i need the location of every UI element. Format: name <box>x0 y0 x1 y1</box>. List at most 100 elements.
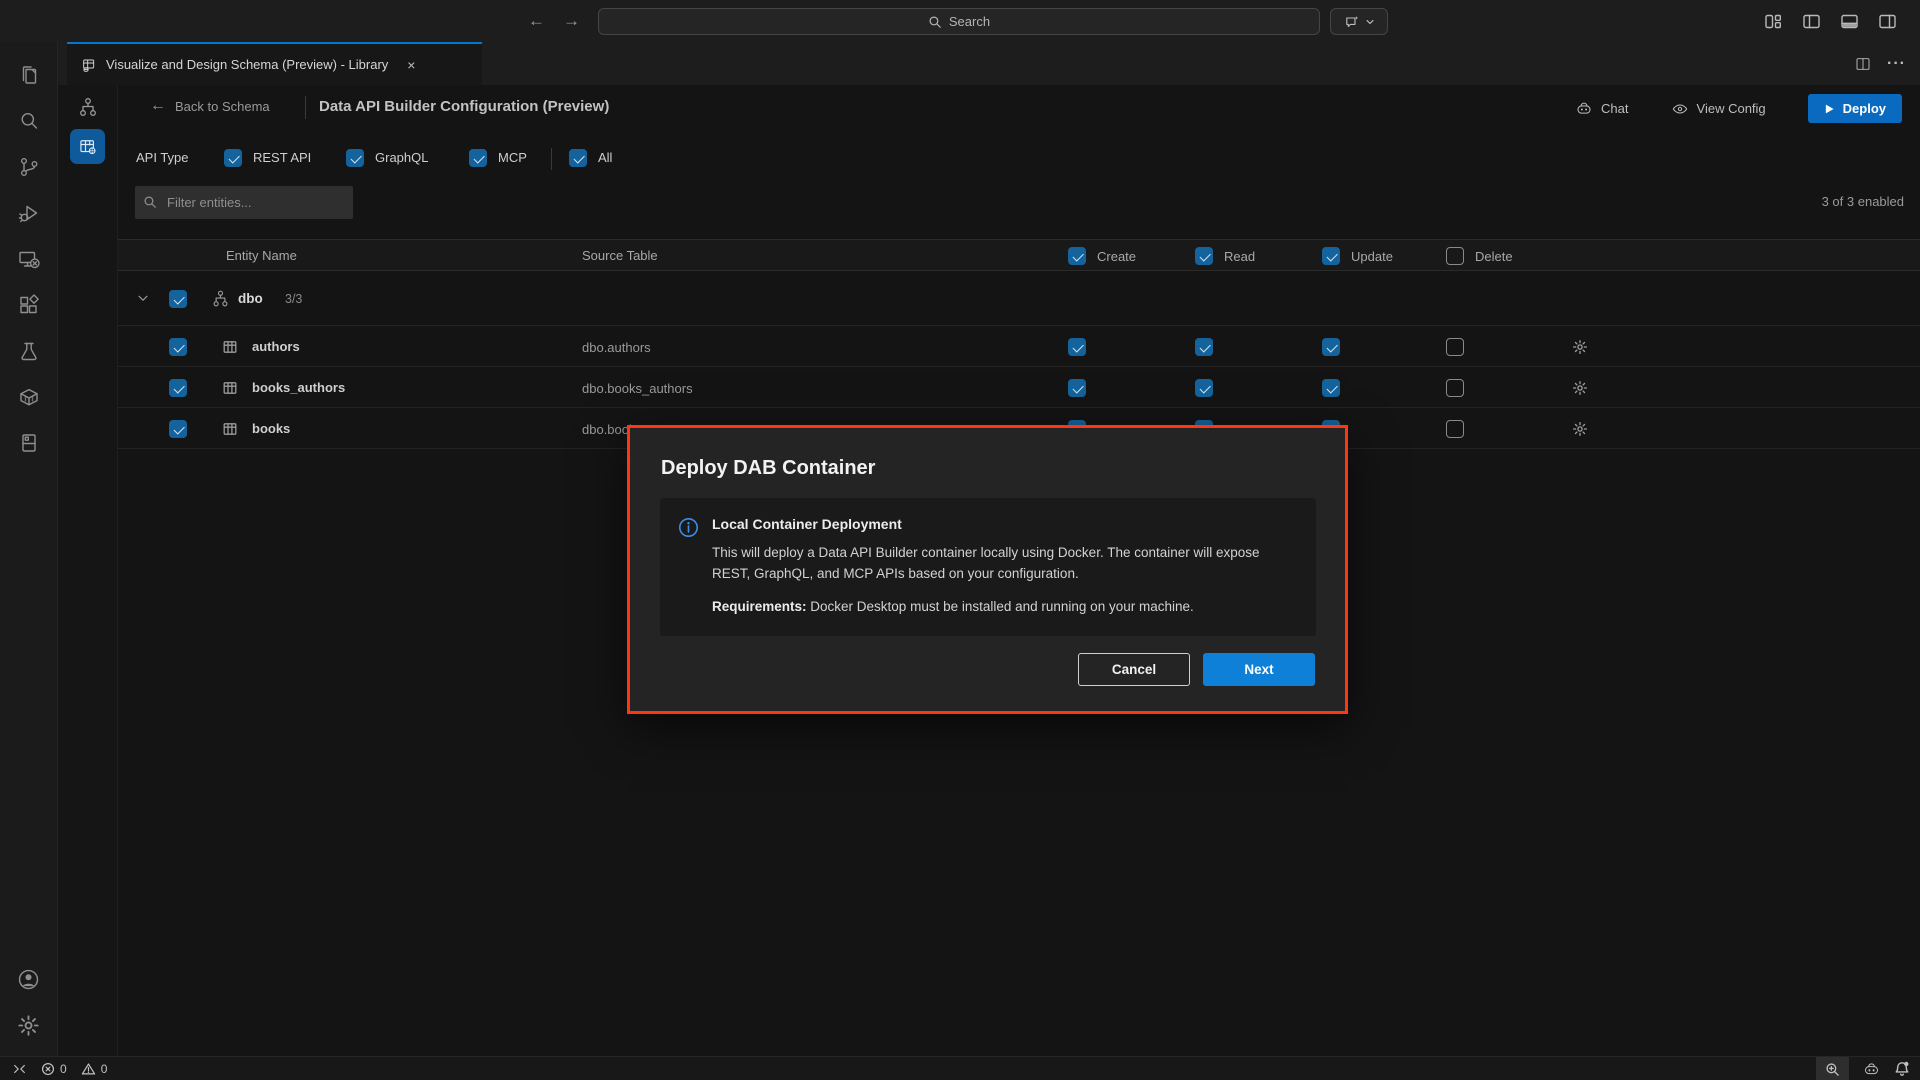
graphql-checkbox[interactable] <box>346 149 364 167</box>
settings-gear-icon[interactable] <box>6 1002 52 1048</box>
schema-view-icon[interactable] <box>76 95 100 119</box>
test-beaker-icon[interactable] <box>6 328 52 374</box>
command-center-search[interactable]: Search <box>598 8 1320 35</box>
filter-entities-input[interactable] <box>135 186 353 219</box>
chat-button[interactable]: Chat <box>1575 100 1628 118</box>
notifications-bell-icon[interactable] <box>1894 1061 1910 1077</box>
table-icon <box>222 380 238 396</box>
more-actions-icon[interactable]: ··· <box>1887 55 1906 73</box>
info-heading: Local Container Deployment <box>712 516 1294 532</box>
update-column-header: Update <box>1322 247 1393 265</box>
row-settings-gear-icon[interactable] <box>1572 421 1588 437</box>
deploy-button[interactable]: Deploy <box>1808 94 1902 123</box>
history-forward-button[interactable]: → <box>563 11 580 31</box>
filter-search-icon <box>143 195 157 209</box>
back-arrow-icon: ← <box>150 97 166 115</box>
all-checkbox[interactable] <box>569 149 587 167</box>
extensions-icon[interactable] <box>6 282 52 328</box>
update-checkbox[interactable] <box>1322 338 1340 356</box>
back-label: Back to Schema <box>175 99 270 114</box>
rest-api-checkbox[interactable] <box>224 149 242 167</box>
header-divider <box>305 96 306 119</box>
update-checkbox[interactable] <box>1322 379 1340 397</box>
explorer-icon[interactable] <box>6 52 52 98</box>
next-button[interactable]: Next <box>1203 653 1315 686</box>
table-header: Entity Name Source Table Create Read Upd… <box>118 239 1920 271</box>
table-row-authors[interactable]: authors dbo.authors <box>118 326 1920 367</box>
enabled-summary: 3 of 3 enabled <box>1822 194 1904 209</box>
api-type-row: API Type REST API GraphQL MCP All <box>118 140 1920 178</box>
search-icon <box>928 15 942 29</box>
split-editor-icon[interactable] <box>1855 56 1871 72</box>
read-all-checkbox[interactable] <box>1195 247 1213 265</box>
update-all-checkbox[interactable] <box>1322 247 1340 265</box>
row-checkbox[interactable] <box>169 338 187 356</box>
delete-checkbox[interactable] <box>1446 420 1464 438</box>
dab-config-view-icon[interactable] <box>70 129 105 164</box>
copilot-status-icon[interactable] <box>1863 1061 1880 1078</box>
requirements-line: Requirements: Docker Desktop must be ins… <box>712 597 1294 618</box>
search-sidebar-icon[interactable] <box>6 98 52 144</box>
toggle-panel-icon[interactable] <box>1841 14 1858 29</box>
requirements-text: Docker Desktop must be installed and run… <box>807 599 1194 614</box>
chat-label: Chat <box>1601 101 1628 116</box>
delete-all-checkbox[interactable] <box>1446 247 1464 265</box>
account-icon[interactable] <box>6 956 52 1002</box>
create-all-checkbox[interactable] <box>1068 247 1086 265</box>
view-config-label: View Config <box>1697 101 1766 116</box>
history-back-button[interactable]: ← <box>528 11 545 31</box>
source-table: dbo.authors <box>582 340 651 355</box>
api-type-divider <box>551 148 552 170</box>
page-header: ← Back to Schema Data API Builder Config… <box>118 85 1920 132</box>
rest-api-label: REST API <box>253 150 311 165</box>
run-debug-icon[interactable] <box>6 190 52 236</box>
customize-layout-icon[interactable] <box>1765 14 1782 29</box>
play-icon <box>1824 103 1835 115</box>
warning-icon <box>81 1062 96 1076</box>
copilot-menu-button[interactable] <box>1330 8 1388 35</box>
container-icon[interactable] <box>6 374 52 420</box>
tab-visualize-design-schema[interactable]: Visualize and Design Schema (Preview) - … <box>67 42 482 85</box>
chevron-down-icon[interactable] <box>136 291 150 305</box>
group-checkbox[interactable] <box>169 290 187 308</box>
delete-checkbox[interactable] <box>1446 379 1464 397</box>
error-count: 0 <box>60 1062 67 1076</box>
toggle-primary-sidebar-icon[interactable] <box>1803 14 1820 29</box>
view-config-button[interactable]: View Config <box>1671 100 1766 118</box>
table-row-books-authors[interactable]: books_authors dbo.books_authors <box>118 367 1920 408</box>
remote-indicator-icon[interactable] <box>12 1062 27 1076</box>
row-settings-gear-icon[interactable] <box>1572 380 1588 396</box>
row-checkbox[interactable] <box>169 379 187 397</box>
row-checkbox[interactable] <box>169 420 187 438</box>
info-body: This will deploy a Data API Builder cont… <box>712 543 1294 585</box>
source-table: dbo.books_authors <box>582 381 693 396</box>
activity-bar <box>0 42 58 1056</box>
create-checkbox[interactable] <box>1068 338 1086 356</box>
schema-group-row[interactable]: dbo 3/3 <box>118 271 1920 326</box>
api-type-label: API Type <box>136 150 189 165</box>
create-label: Create <box>1097 249 1136 264</box>
titlebar: ← → Search <box>0 0 1920 42</box>
history-nav: ← → <box>528 0 580 42</box>
back-to-schema-link[interactable]: ← Back to Schema <box>150 97 270 115</box>
create-checkbox[interactable] <box>1068 379 1086 397</box>
dialog-actions: Cancel Next <box>1078 653 1315 686</box>
warning-count: 0 <box>101 1062 108 1076</box>
zoom-status-item[interactable] <box>1816 1057 1849 1080</box>
toggle-secondary-sidebar-icon[interactable] <box>1879 14 1896 29</box>
mcp-checkbox[interactable] <box>469 149 487 167</box>
row-settings-gear-icon[interactable] <box>1572 339 1588 355</box>
cancel-button[interactable]: Cancel <box>1078 653 1190 686</box>
table-icon <box>222 339 238 355</box>
read-checkbox[interactable] <box>1195 379 1213 397</box>
group-count: 3/3 <box>285 292 302 306</box>
database-projects-icon[interactable] <box>6 420 52 466</box>
read-checkbox[interactable] <box>1195 338 1213 356</box>
problems-warnings[interactable]: 0 <box>81 1062 108 1076</box>
delete-checkbox[interactable] <box>1446 338 1464 356</box>
copilot-icon <box>1575 100 1593 118</box>
close-icon[interactable]: × <box>407 57 415 73</box>
source-control-icon[interactable] <box>6 144 52 190</box>
remote-explorer-icon[interactable] <box>6 236 52 282</box>
problems-errors[interactable]: 0 <box>41 1062 67 1076</box>
